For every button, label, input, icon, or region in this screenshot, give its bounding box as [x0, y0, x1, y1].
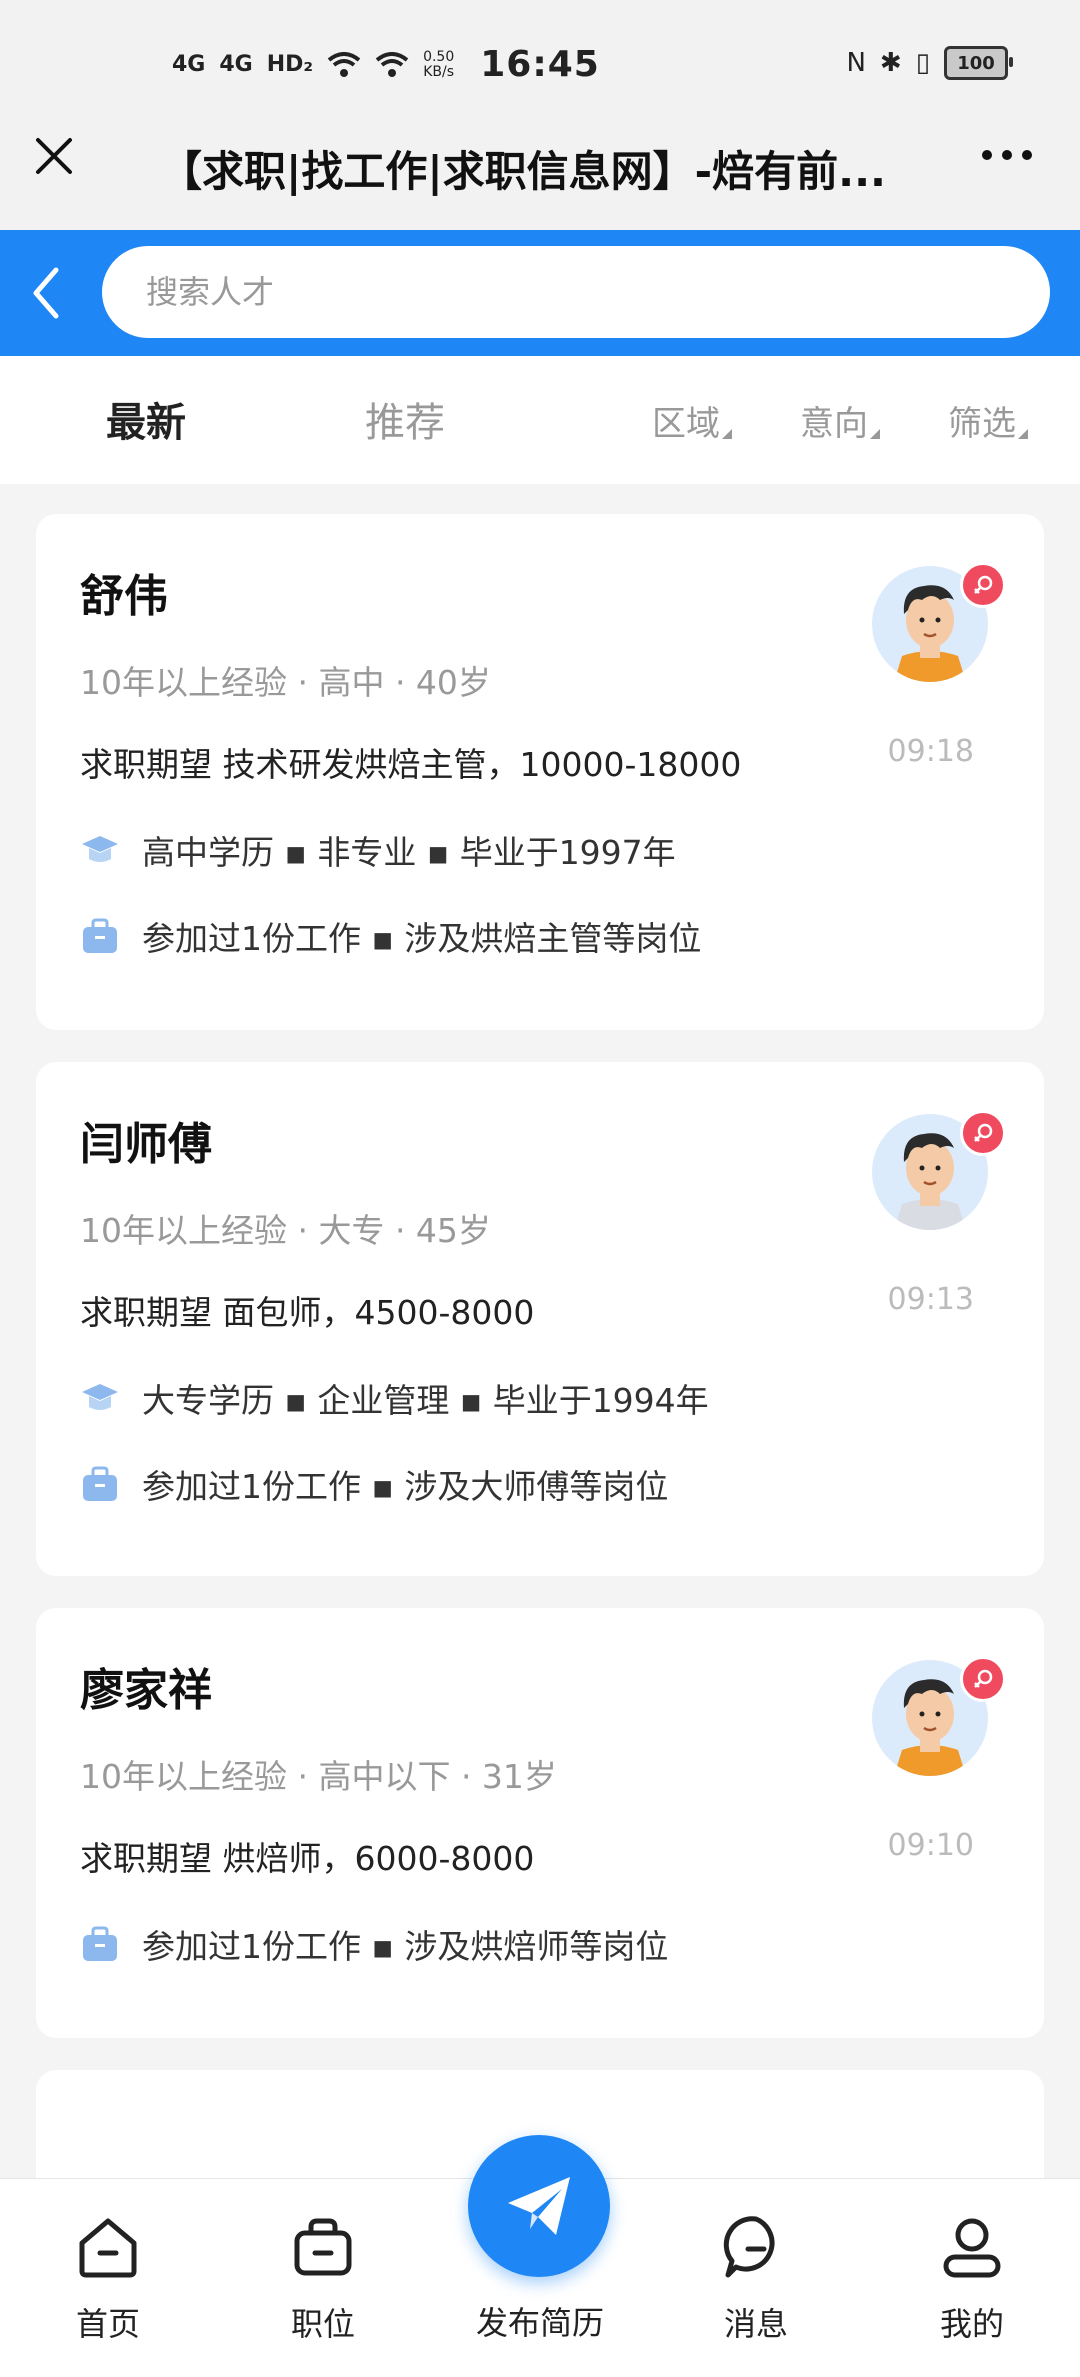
more-icon[interactable] [982, 150, 1032, 160]
more-dot [1022, 150, 1032, 160]
tab-home-label: 首页 [75, 2305, 140, 2343]
candidate-meta: 10年以上经验 · 高中 · 40岁 [80, 663, 491, 702]
post-time: 09:10 [887, 1828, 974, 1863]
graduation-cap-icon [82, 836, 118, 862]
candidate-expectation: 求职期望 技术研发烘焙主管，10000-18000 [80, 745, 742, 784]
education-line: 高中学历 ▪ 非专业 ▪ 毕业于1997年 [80, 826, 676, 874]
gender-badge-icon [960, 1110, 1006, 1156]
close-icon[interactable] [28, 130, 80, 182]
graduation-cap-icon [82, 1384, 118, 1410]
dropdown-triangle-icon [1018, 429, 1028, 439]
more-dot [1002, 150, 1012, 160]
battery-icon: 100 [944, 46, 1013, 80]
nfc-icon: N [846, 48, 866, 78]
jobs-icon [294, 2218, 352, 2276]
work-line: 参加过1份工作 ▪ 涉及烘焙主管等岗位 [80, 912, 701, 960]
search-bar [0, 230, 1080, 356]
status-right: N ✱ ▯ 100 [846, 46, 1013, 80]
filter-more[interactable]: 筛选 [948, 396, 1028, 445]
profile-icon [943, 2218, 1001, 2278]
tab-jobs-label: 职位 [290, 2305, 355, 2343]
filter-more-label: 筛选 [948, 404, 1016, 444]
work-text: 参加过1份工作 ▪ 涉及烘焙主管等岗位 [142, 919, 702, 958]
tab-me-label: 我的 [939, 2305, 1004, 2343]
status-left: 4G 4G HD₂ 0.50 KB/s 16:45 [172, 44, 600, 85]
network-speed: 0.50 KB/s [423, 48, 455, 80]
filter-intent-label: 意向 [800, 404, 868, 444]
female-symbol-icon [974, 1123, 993, 1142]
candidate-name: 闫师傅 [80, 1119, 212, 1170]
speed-value: 0.50 [423, 48, 455, 65]
tab-home[interactable]: 首页 [33, 2179, 183, 2377]
gender-badge-icon [960, 562, 1006, 608]
education-text: 大专学历 ▪ 企业管理 ▪ 毕业于1994年 [142, 1381, 709, 1420]
back-icon[interactable] [22, 260, 72, 326]
tab-messages-label: 消息 [723, 2305, 788, 2343]
work-text: 参加过1份工作 ▪ 涉及大师傅等岗位 [142, 1467, 669, 1506]
candidate-expectation: 求职期望 面包师，4500-8000 [80, 1293, 535, 1332]
briefcase-icon [83, 1466, 117, 1501]
education-text: 高中学历 ▪ 非专业 ▪ 毕业于1997年 [142, 833, 676, 872]
vibrate-icon: ▯ [915, 48, 930, 78]
work-line: 参加过1份工作 ▪ 涉及大师傅等岗位 [80, 1460, 668, 1508]
filter-intent[interactable]: 意向 [800, 396, 880, 445]
tab-recommend[interactable]: 推荐 [365, 390, 445, 448]
work-line: 参加过1份工作 ▪ 涉及烘焙师等岗位 [80, 1920, 668, 1968]
education-line: 大专学历 ▪ 企业管理 ▪ 毕业于1994年 [80, 1374, 709, 1422]
page-title: 【求职|找工作|求职信息网】-焙有前... [160, 147, 886, 196]
title-bar: 【求职|找工作|求职信息网】-焙有前... [0, 80, 1080, 230]
battery-level: 100 [957, 52, 995, 74]
more-dot [982, 150, 992, 160]
speed-unit: KB/s [423, 63, 455, 80]
tab-strip: 最新 推荐 区域 意向 筛选 [0, 356, 1080, 484]
post-time: 09:13 [887, 1282, 974, 1317]
candidate-meta: 10年以上经验 · 大专 · 45岁 [80, 1211, 491, 1250]
work-text: 参加过1份工作 ▪ 涉及烘焙师等岗位 [142, 1927, 669, 1966]
gender-badge-icon [960, 1656, 1006, 1702]
candidate-meta: 10年以上经验 · 高中以下 · 31岁 [80, 1757, 557, 1796]
female-symbol-icon [974, 575, 993, 594]
candidate-card[interactable]: 廖家祥 10年以上经验 · 高中以下 · 31岁 求职期望 烘焙师，6000-8… [36, 1608, 1044, 2038]
tab-me[interactable]: 我的 [897, 2179, 1047, 2377]
dropdown-triangle-icon [722, 429, 732, 439]
post-time: 09:18 [887, 734, 974, 769]
briefcase-icon [83, 918, 117, 953]
wifi-icon [327, 51, 361, 77]
candidate-expectation: 求职期望 烘焙师，6000-8000 [80, 1839, 535, 1878]
candidate-card[interactable]: 舒伟 10年以上经验 · 高中 · 40岁 求职期望 技术研发烘焙主管，1000… [36, 514, 1044, 1030]
candidate-card[interactable]: 闫师傅 10年以上经验 · 大专 · 45岁 求职期望 面包师，4500-800… [36, 1062, 1044, 1576]
dropdown-triangle-icon [870, 429, 880, 439]
network-4g-2: 4G [219, 52, 253, 77]
message-icon [723, 2216, 775, 2278]
wifi-icon-2 [375, 51, 409, 77]
filter-area-label: 区域 [652, 404, 720, 444]
filter-area[interactable]: 区域 [652, 396, 732, 445]
home-icon [79, 2218, 137, 2278]
send-icon [508, 2177, 570, 2235]
candidate-name: 廖家祥 [80, 1665, 212, 1716]
hd-icon: HD₂ [266, 52, 314, 77]
bluetooth-icon: ✱ [879, 48, 902, 78]
clock: 16:45 [480, 44, 600, 85]
search-input[interactable] [102, 246, 1050, 338]
tab-messages[interactable]: 消息 [681, 2179, 831, 2377]
publish-resume-button[interactable] [468, 2135, 610, 2277]
tab-latest[interactable]: 最新 [106, 390, 186, 448]
publish-resume-label: 发布简历 [475, 2304, 604, 2342]
tab-jobs[interactable]: 职位 [248, 2179, 398, 2377]
briefcase-icon [83, 1926, 117, 1961]
network-4g-1: 4G [172, 52, 206, 77]
female-symbol-icon [974, 1669, 993, 1688]
candidate-name: 舒伟 [80, 571, 168, 622]
